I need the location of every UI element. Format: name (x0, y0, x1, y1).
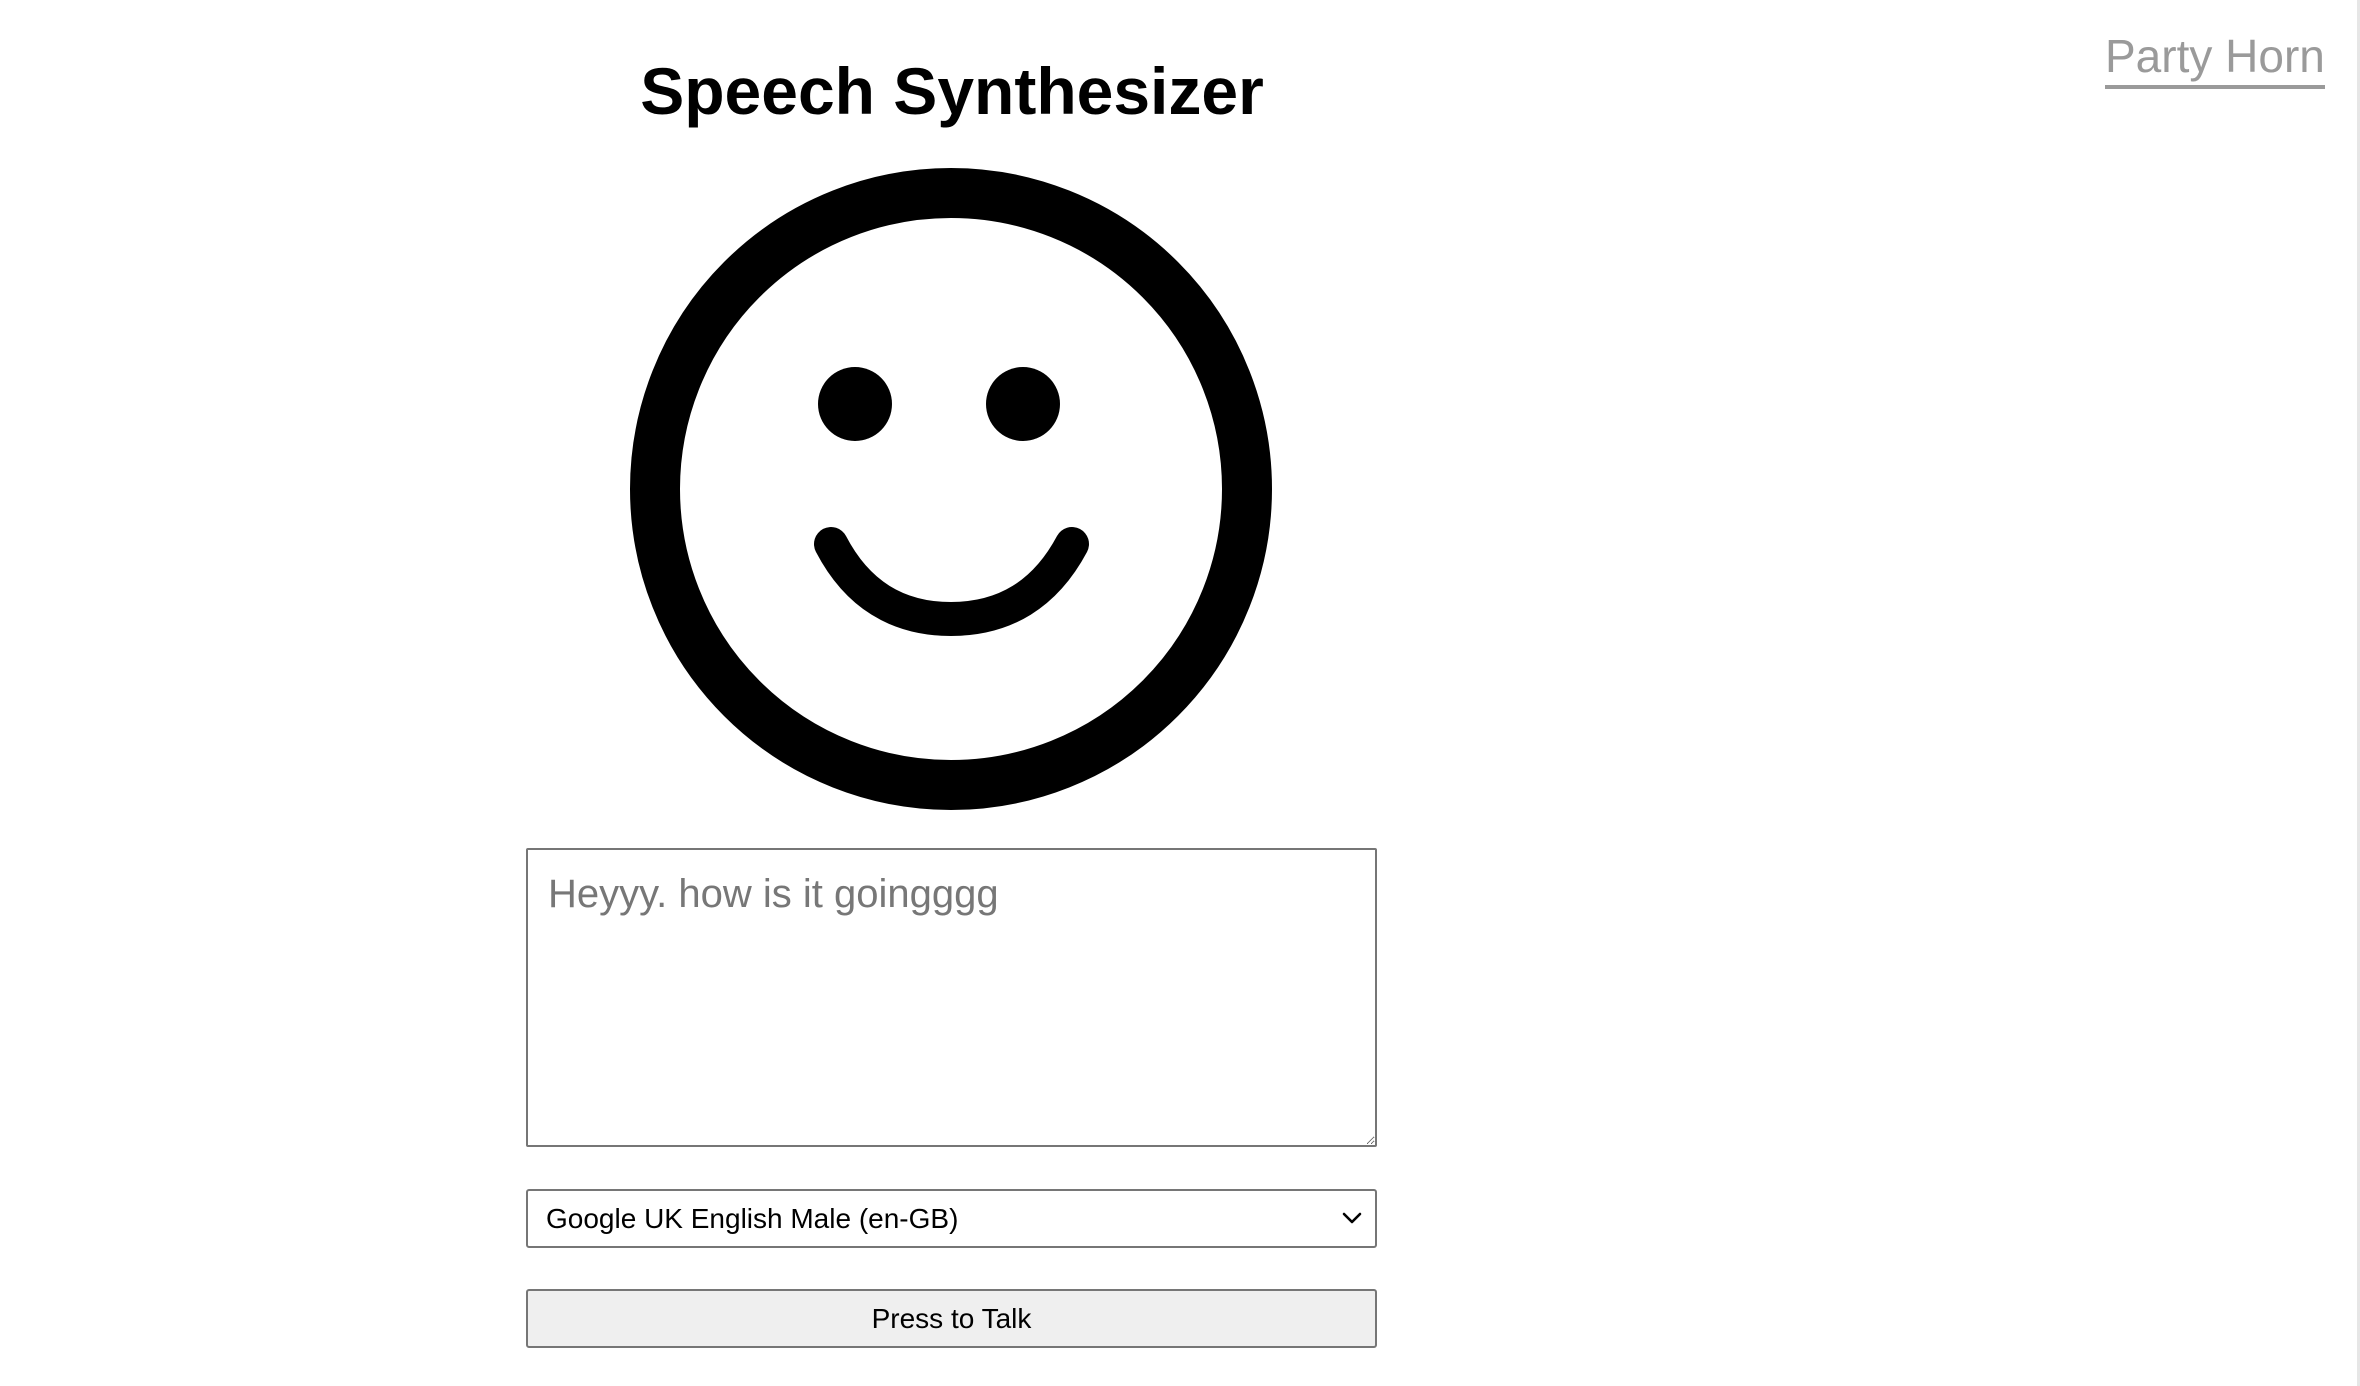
voice-select[interactable]: Google UK English Male (en-GB) (526, 1189, 1377, 1248)
right-eye (986, 367, 1060, 441)
voice-select-value: Google UK English Male (en-GB) (546, 1203, 959, 1234)
press-to-talk-button[interactable]: Press to Talk (526, 1289, 1377, 1348)
face-outline (630, 168, 1272, 810)
speech-text-input[interactable] (526, 848, 1377, 1147)
page: Party Horn Speech Synthesizer Google UK … (0, 0, 2360, 1386)
page-title: Speech Synthesizer (640, 54, 1264, 128)
chevron-down-icon (1339, 1205, 1365, 1231)
smile-mouth (814, 527, 1089, 637)
party-horn-link[interactable]: Party Horn (2105, 30, 2325, 89)
smiley-face-icon (630, 168, 1272, 810)
left-eye (818, 367, 892, 441)
